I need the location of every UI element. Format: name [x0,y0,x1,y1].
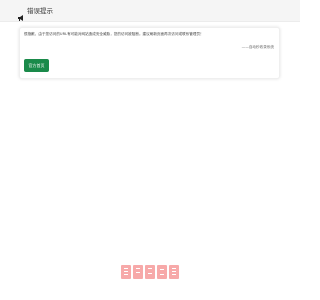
header-title: 错误提示 [17,5,53,21]
page: 错误提示 很抱歉，由于您访问的URL有可能对网站造成安全威胁，您的访问被阻断。建… [0,0,300,300]
error-message: 很抱歉，由于您访问的URL有可能对网站造成安全威胁，您的访问被阻断。建议刷新页面… [24,32,204,36]
signature-text: ——自动秒收录系统 [241,45,274,49]
official-home-button[interactable]: 官方首页 [24,59,49,72]
header-title-text: 错误提示 [27,7,53,15]
megaphone-icon [17,7,25,21]
header-bar: 错误提示 [0,0,300,22]
watermark-logo-graphic [121,265,179,279]
error-card: 很抱歉，由于您访问的URL有可能对网站造成安全威胁，您的访问被阻断。建议刷新页面… [19,27,280,79]
watermark-logo [121,262,181,282]
